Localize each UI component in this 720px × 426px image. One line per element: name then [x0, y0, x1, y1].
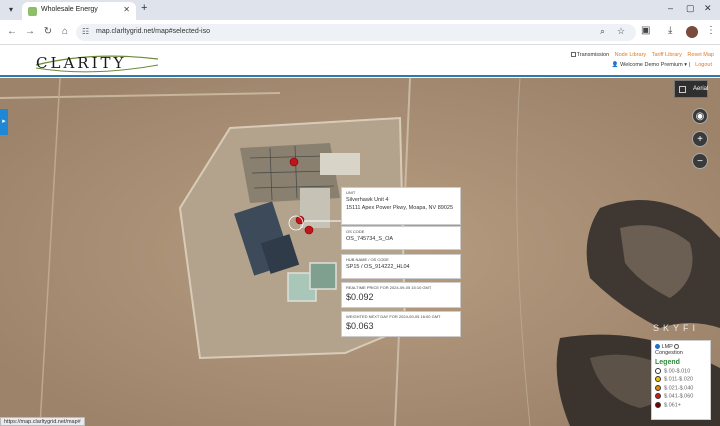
status-bar-url: https://map.clarltygrid.net/map#: [0, 417, 85, 426]
minimize-icon[interactable]: –: [668, 3, 673, 13]
app-header: CLARITY Transmission Node Library Tariff…: [0, 46, 720, 77]
swatch-icon: [655, 401, 661, 408]
reload-icon[interactable]: ↻: [41, 25, 55, 39]
hub-label: HUB NAME / OS CODE: [346, 257, 389, 262]
tab-title: Wholesale Energy: [41, 6, 98, 13]
swatch-icon: [655, 384, 661, 391]
unit-info-card: UNIT Silverhawk Unit 4 15111 Apex Power …: [341, 187, 461, 225]
realtime-label: REALTIME PRICE FOR 2024-09-05 15:10 GMT: [346, 285, 432, 290]
browser-tab[interactable]: Wholesale Energy ✕: [22, 2, 136, 20]
layers-icon: [679, 86, 686, 93]
os-code-card: OS CODE OS_745734_S_OA: [341, 226, 461, 250]
satellite-map[interactable]: ▸ Aerial ◉ + − UNIT Silverhawk Unit 4 15…: [0, 78, 720, 426]
close-window-icon[interactable]: ✕: [704, 3, 712, 14]
aerial-imagery: [0, 78, 720, 426]
swatch-icon: [655, 368, 661, 374]
site-info-icon[interactable]: ☷: [82, 27, 89, 36]
download-icon[interactable]: ⤓: [668, 25, 672, 36]
swatch-icon: [655, 376, 661, 383]
legend-item: $.041-$.060: [655, 393, 707, 400]
aerial-label: Aerial: [693, 86, 709, 92]
legend-panel: LMP Congestion Legend $.00-$.010 $.011-$…: [651, 340, 711, 420]
os-code-value: OS_745734_S_OA: [346, 236, 394, 242]
clarity-logo[interactable]: CLARITY: [36, 54, 126, 72]
header-links: Transmission Node Library Tariff Library…: [567, 52, 714, 58]
aerial-toggle[interactable]: Aerial: [674, 80, 708, 98]
weighted-price-card: WEIGHTED NEXT DAY FOR 2024-09-05 16:00 G…: [341, 311, 461, 337]
side-panel-toggle[interactable]: ▸: [0, 109, 8, 135]
address-bar[interactable]: ☷ map.clarltygrid.net/map#selected-iso ⌕…: [76, 24, 636, 41]
logout-link[interactable]: Logout: [695, 62, 712, 68]
unit-label: UNIT: [346, 190, 356, 195]
weighted-label: WEIGHTED NEXT DAY FOR 2024-09-05 16:00 G…: [346, 314, 441, 319]
url-text[interactable]: map.clarltygrid.net/map#selected-iso: [96, 28, 210, 35]
browser-toolbar: ← → ↻ ⌂ ☷ map.clarltygrid.net/map#select…: [0, 20, 720, 45]
locate-button[interactable]: ◉: [692, 108, 708, 124]
congestion-radio-dot[interactable]: [674, 344, 680, 350]
realtime-value: $0.092: [346, 292, 374, 302]
lmp-radio-dot[interactable]: [655, 344, 660, 350]
tab-search-icon[interactable]: ▾: [5, 4, 17, 16]
transmission-checkbox[interactable]: [570, 52, 576, 58]
zoom-in-button[interactable]: +: [692, 131, 708, 147]
browser-tabbar: ▾ Wholesale Energy ✕ + – ▢ ✕: [0, 0, 720, 20]
user-icon: 👤: [611, 62, 619, 68]
back-icon[interactable]: ←: [5, 25, 19, 39]
legend-item: $.061+: [655, 401, 707, 408]
unit-address: 15111 Apex Power Pkwy, Moapa, NV 89025: [346, 205, 454, 211]
user-row: 👤 Welcome Demo Premium ▾ |: [611, 62, 690, 68]
node-library-link[interactable]: Node Library: [615, 52, 647, 58]
legend-mode: LMP Congestion: [655, 344, 707, 356]
profile-avatar[interactable]: [686, 26, 698, 38]
legend-title: Legend: [655, 359, 680, 366]
extensions-icon[interactable]: ▣: [641, 25, 650, 36]
imagery-attribution: SKYFI: [653, 323, 700, 333]
close-tab-icon[interactable]: ✕: [123, 5, 130, 14]
legend-item: $.00-$.010: [655, 368, 707, 374]
unit-name: Silverhawk Unit 4: [346, 197, 389, 203]
new-tab-icon[interactable]: +: [141, 2, 147, 14]
bookmark-star-icon[interactable]: ☆: [617, 26, 625, 37]
zoom-out-button[interactable]: −: [692, 153, 708, 169]
weighted-value: $0.063: [346, 321, 374, 331]
transmission-toggle[interactable]: Transmission: [570, 52, 609, 58]
home-icon[interactable]: ⌂: [58, 25, 72, 39]
maximize-icon[interactable]: ▢: [686, 3, 695, 14]
welcome-menu[interactable]: Welcome Demo Premium: [620, 62, 683, 68]
legend-item: $.021-$.040: [655, 384, 707, 391]
menu-icon[interactable]: ⋮: [706, 25, 716, 36]
os-code-label: OS CODE: [346, 229, 365, 234]
swatch-icon: [655, 393, 661, 400]
hub-card: HUB NAME / OS CODE SP15 / OS_914222_HL04: [341, 254, 461, 279]
legend-item: $.011-$.020: [655, 376, 707, 383]
favicon-icon: [28, 7, 37, 16]
forward-icon[interactable]: →: [23, 25, 37, 39]
realtime-price-card: REALTIME PRICE FOR 2024-09-05 15:10 GMT …: [341, 282, 461, 308]
zoom-icon[interactable]: ⌕: [600, 26, 605, 37]
hub-value: SP15 / OS_914222_HL04: [346, 264, 410, 270]
reset-map-link[interactable]: Reset Map: [687, 52, 714, 58]
chevron-down-icon[interactable]: ▾: [684, 62, 687, 68]
tariff-library-link[interactable]: Tariff Library: [652, 52, 682, 58]
